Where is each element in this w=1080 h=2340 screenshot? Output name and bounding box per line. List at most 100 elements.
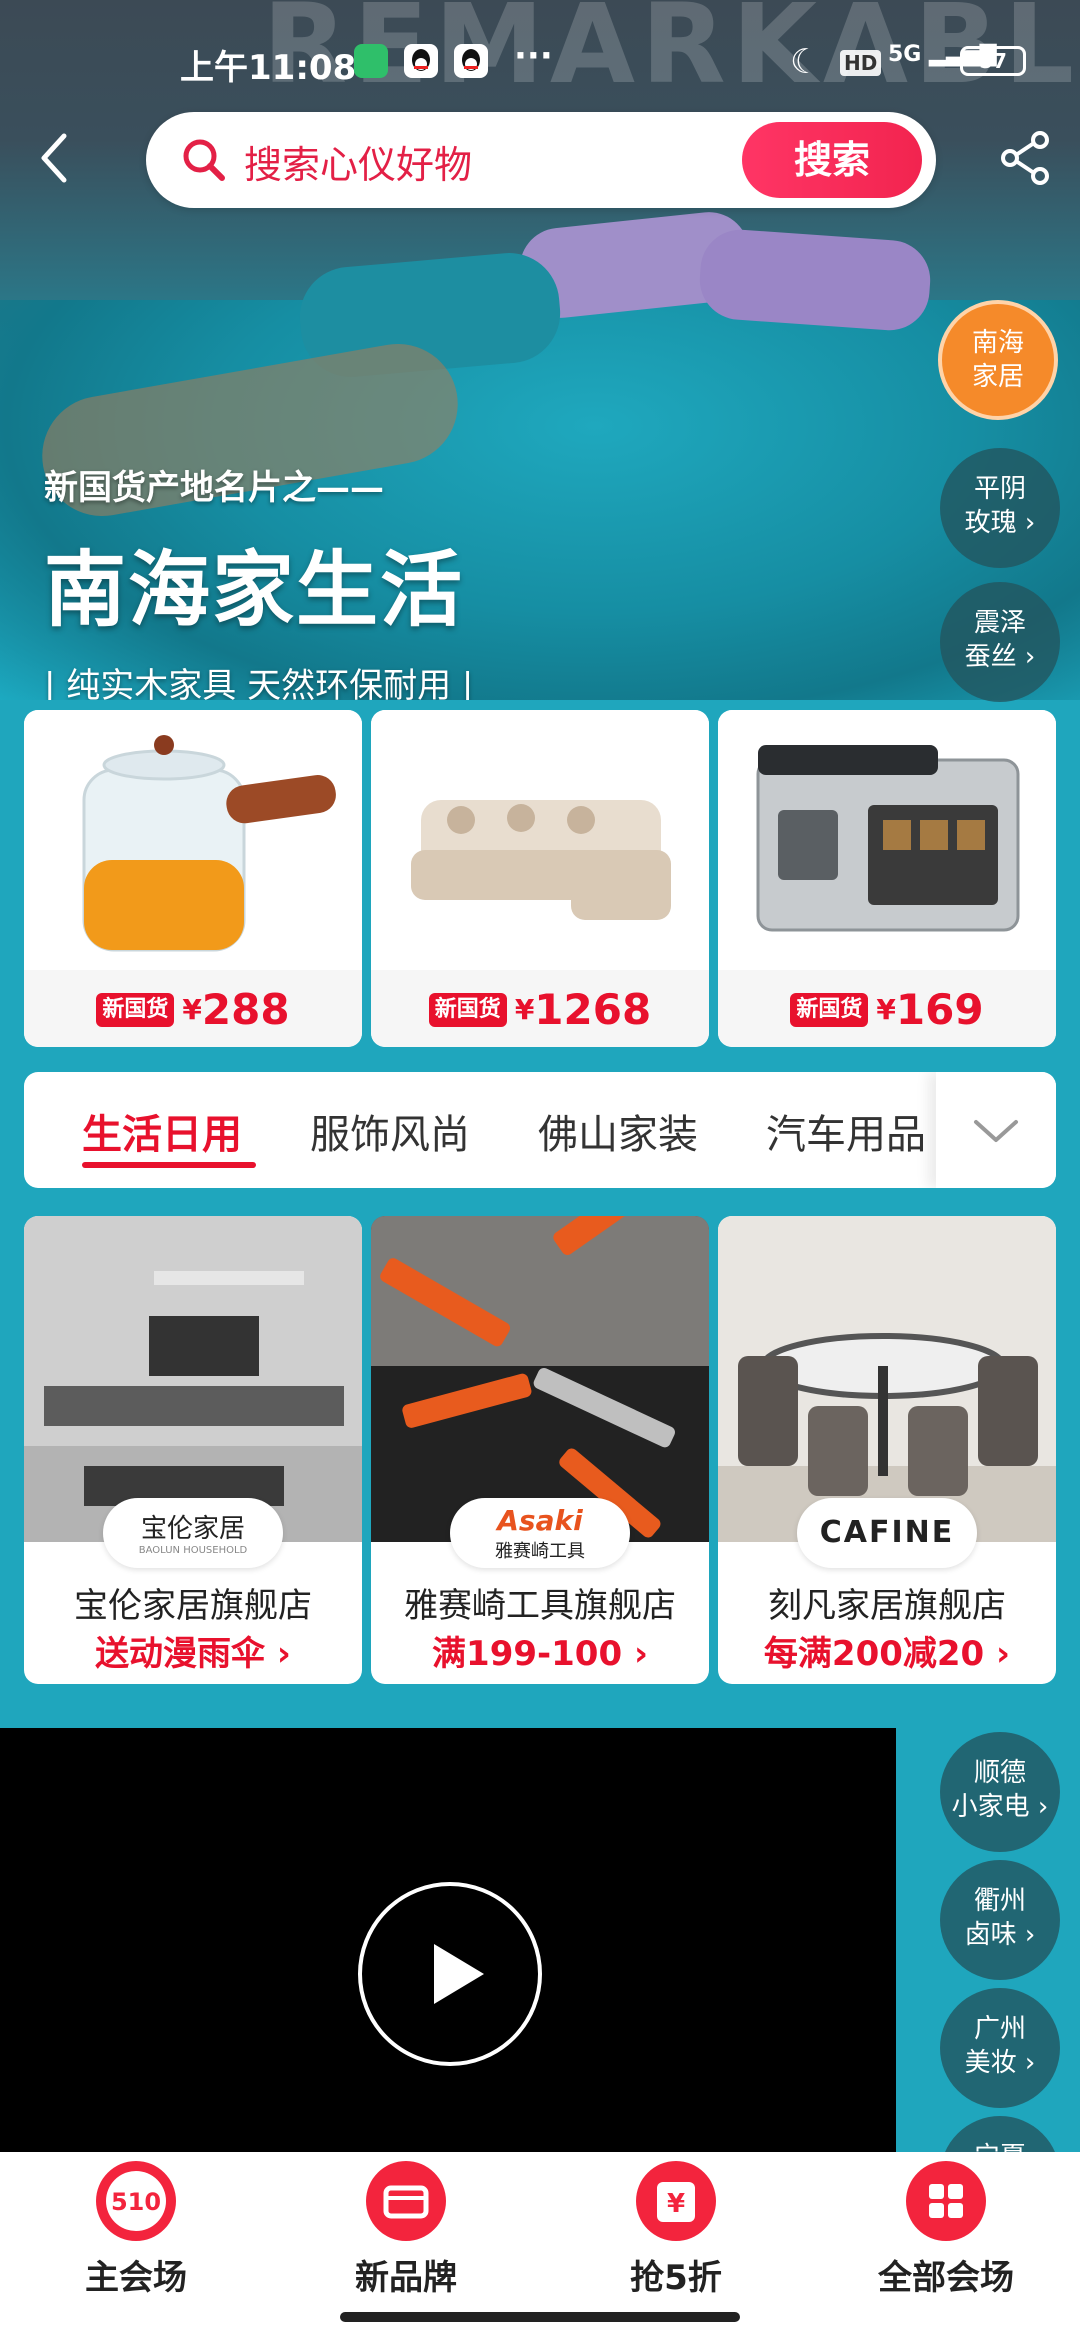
main-venue-icon: 510 xyxy=(91,2156,181,2246)
category-tabs: 生活日用 服饰风尚 佛山家装 汽车用品 xyxy=(24,1072,1056,1188)
nav-new-brand[interactable]: 新品牌 xyxy=(306,2152,506,2302)
region-label: 衢州 xyxy=(973,1886,1026,1916)
half-price-icon: ¥ xyxy=(631,2156,721,2246)
store-logo-text: 宝伦家居 xyxy=(140,1514,245,1544)
battery-icon: 57 xyxy=(960,46,1026,76)
region-label: 平阴 xyxy=(973,474,1026,504)
store-logo-text: Asaki xyxy=(497,1504,583,1537)
share-icon[interactable] xyxy=(996,128,1056,188)
region-label: 蚕丝 › xyxy=(964,642,1036,672)
shield-app-icon xyxy=(354,44,388,78)
region-shunde-appliance[interactable]: 顺德 小家电 › xyxy=(940,1732,1060,1852)
region-quzhou-braised[interactable]: 衢州 卤味 › xyxy=(940,1860,1060,1980)
hero-tagline: | 纯实木家具 天然环保耐用 | xyxy=(44,666,474,700)
store-logo: CAFINE xyxy=(797,1498,977,1568)
product-price: 169 xyxy=(895,985,984,1034)
new-domestic-badge: 新国货 xyxy=(428,992,507,1027)
region-label: 卤味 › xyxy=(964,1920,1036,1950)
region-label: 美妆 › xyxy=(964,2048,1036,2078)
product-price: 288 xyxy=(201,985,290,1034)
product-card[interactable]: 新国货 ¥1268 xyxy=(371,710,709,1047)
product-image-sofa xyxy=(371,710,709,970)
store-card[interactable]: 宝伦家居 BAOLUN HOUSEHOLD 宝伦家居旗舰店 送动漫雨伞 › xyxy=(24,1216,362,1684)
tab-daily-life[interactable]: 生活日用 xyxy=(82,1102,242,1160)
product-card[interactable]: 新国货 ¥288 xyxy=(24,710,362,1047)
home-indicator[interactable] xyxy=(340,2312,740,2322)
active-tab-indicator xyxy=(82,1162,256,1168)
product-price-bar: 新国货 ¥288 xyxy=(24,970,362,1047)
hd-badge: HD xyxy=(840,50,882,76)
search-button[interactable]: 搜索 xyxy=(742,122,922,198)
store-image-tools xyxy=(371,1216,709,1542)
region-zhenze-silk[interactable]: 震泽 蚕丝 › xyxy=(940,582,1060,702)
all-venues-icon xyxy=(901,2156,991,2246)
region-label: 小家电 › xyxy=(951,1792,1049,1822)
region-nanhai-home[interactable]: 南海 家居 xyxy=(938,300,1058,420)
status-time: 上午11:08 xyxy=(180,48,357,88)
tabs-expand-button[interactable] xyxy=(936,1072,1056,1188)
nav-all-venues[interactable]: 全部会场 xyxy=(846,2152,1046,2302)
status-bar: 上午11:08 ··· ☾ HD 5G ▂▃▅▇ 57 xyxy=(0,0,1080,120)
currency-symbol: ¥ xyxy=(182,993,202,1026)
store-image-dining xyxy=(718,1216,1056,1542)
store-name: 刻凡家居旗舰店 xyxy=(768,1586,1006,1626)
hero-pillow xyxy=(697,227,933,333)
store-image-living-room xyxy=(24,1216,362,1542)
store-card[interactable]: Asaki 雅赛崎工具 雅赛崎工具旗舰店 满199-100 › xyxy=(371,1216,709,1684)
play-icon xyxy=(434,1944,484,2004)
store-card[interactable]: CAFINE 刻凡家居旗舰店 每满200减20 › xyxy=(718,1216,1056,1684)
product-image-machine xyxy=(718,710,1056,970)
region-label: 震泽 xyxy=(973,608,1026,638)
moon-icon: ☾ xyxy=(790,42,821,82)
new-domestic-badge: 新国货 xyxy=(96,992,175,1027)
region-label: 顺德 xyxy=(973,1758,1026,1788)
product-card[interactable]: 新国货 ¥169 xyxy=(718,710,1056,1047)
search-icon xyxy=(180,136,228,184)
region-pingyin-rose[interactable]: 平阴 玫瑰 › xyxy=(940,448,1060,568)
region-label: 玫瑰 › xyxy=(964,508,1036,538)
store-promo[interactable]: 送动漫雨伞 › xyxy=(24,1626,362,1675)
product-price: 1268 xyxy=(534,985,652,1034)
search-bar[interactable]: 搜索心仪好物 搜索 xyxy=(146,112,936,208)
hero-text: 新国货产地名片之—— 南海家生活 | 纯实木家具 天然环保耐用 | xyxy=(44,460,473,700)
tab-foshan-home[interactable]: 佛山家装 xyxy=(538,1102,698,1160)
region-label: 南海 xyxy=(971,328,1024,358)
region-label: 家居 xyxy=(971,362,1024,392)
qq-icon xyxy=(454,44,488,78)
status-more-dots: ··· xyxy=(514,36,553,76)
search-input[interactable]: 搜索心仪好物 xyxy=(244,134,472,189)
store-logo-text: CAFINE xyxy=(819,1515,955,1550)
store-logo-subtext: 雅赛崎工具 xyxy=(495,1541,585,1562)
nav-label: 抢5折 xyxy=(630,2258,722,2298)
new-brand-icon xyxy=(361,2156,451,2246)
store-name: 宝伦家居旗舰店 xyxy=(74,1586,312,1626)
nav-main-venue[interactable]: 510 主会场 xyxy=(36,2152,236,2302)
back-icon[interactable] xyxy=(30,128,80,188)
region-guangzhou-beauty[interactable]: 广州 美妆 › xyxy=(940,1988,1060,2108)
store-name: 雅赛崎工具旗舰店 xyxy=(404,1586,676,1626)
store-logo: Asaki 雅赛崎工具 xyxy=(450,1498,630,1568)
store-logo: 宝伦家居 BAOLUN HOUSEHOLD xyxy=(103,1498,283,1568)
qq-icon xyxy=(404,44,438,78)
tab-auto-supplies[interactable]: 汽车用品 xyxy=(766,1102,926,1160)
network-label: 5G xyxy=(888,42,922,67)
nav-label: 新品牌 xyxy=(355,2258,457,2298)
product-price-bar: 新国货 ¥1268 xyxy=(371,970,709,1047)
chevron-down-icon xyxy=(974,1120,1018,1142)
nav-label: 主会场 xyxy=(85,2258,187,2298)
store-promo[interactable]: 满199-100 › xyxy=(371,1626,709,1675)
play-button[interactable] xyxy=(358,1882,542,2066)
hero-subtitle: 新国货产地名片之—— xyxy=(44,468,384,508)
product-image-teapot xyxy=(24,710,362,970)
tab-fashion[interactable]: 服饰风尚 xyxy=(310,1102,470,1160)
store-promo[interactable]: 每满200减20 › xyxy=(718,1626,1056,1675)
currency-symbol: ¥ xyxy=(514,993,535,1026)
new-domestic-badge: 新国货 xyxy=(790,992,869,1027)
hero-title: 南海家生活 xyxy=(44,543,465,638)
main-venue-icon-text: 510 xyxy=(111,2188,161,2216)
half-price-icon-text: ¥ xyxy=(667,2189,685,2219)
product-price-bar: 新国货 ¥169 xyxy=(718,970,1056,1047)
nav-label: 全部会场 xyxy=(878,2258,1014,2298)
currency-symbol: ¥ xyxy=(876,993,896,1026)
nav-half-price[interactable]: ¥ 抢5折 xyxy=(576,2152,776,2302)
